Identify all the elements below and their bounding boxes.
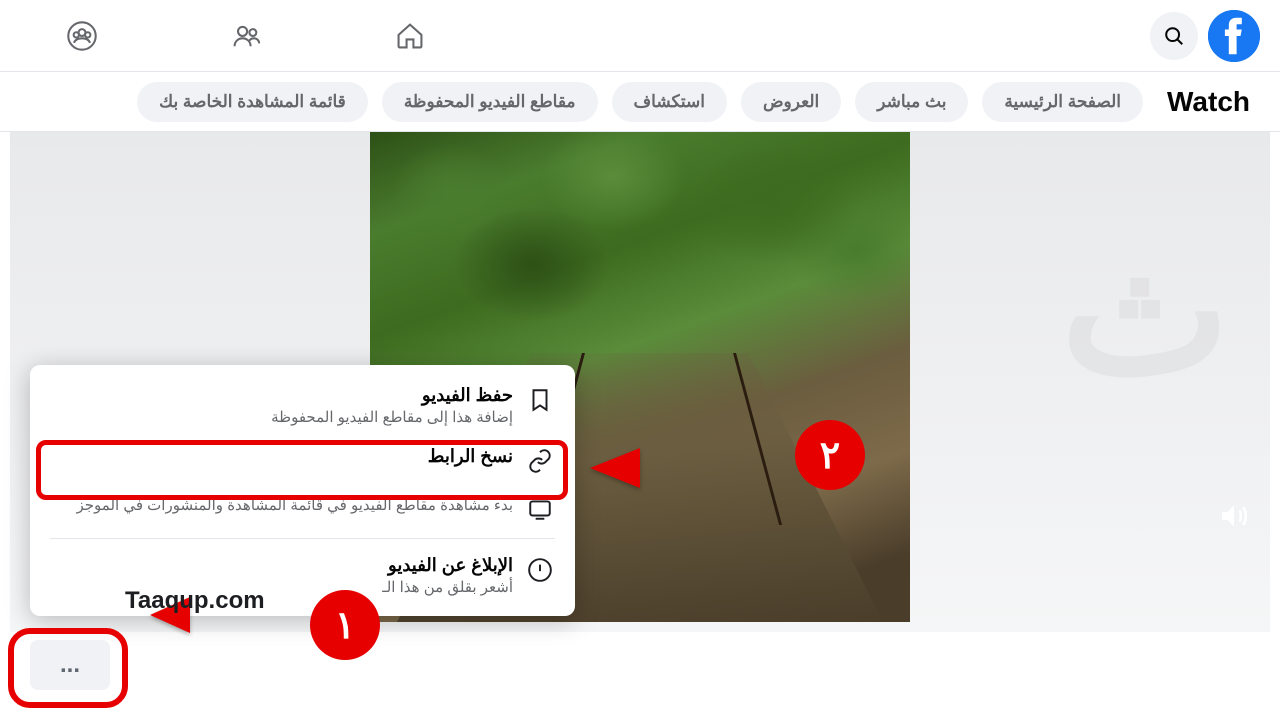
menu-item-save-video[interactable]: حفظ الفيديو إضافة هذا إلى مقاطع الفيديو … <box>40 375 565 436</box>
search-button[interactable] <box>1150 12 1198 60</box>
alert-icon <box>527 557 553 583</box>
tab-watchlist[interactable]: قائمة المشاهدة الخاصة بك <box>137 82 368 122</box>
watch-title: Watch <box>1167 86 1250 118</box>
top-navigation-bar <box>0 0 1280 72</box>
facebook-logo[interactable] <box>1208 10 1260 62</box>
menu-title: الإبلاغ عن الفيديو <box>52 555 513 576</box>
tab-saved[interactable]: مقاطع الفيديو المحفوظة <box>382 82 598 122</box>
video-context-menu: حفظ الفيديو إضافة هذا إلى مقاطع الفيديو … <box>30 365 575 616</box>
link-icon <box>527 448 553 474</box>
more-options-button[interactable]: ... <box>30 640 110 690</box>
menu-subtitle: إضافة هذا إلى مقاطع الفيديو المحفوظة <box>52 408 513 426</box>
menu-title: نسخ الرابط <box>52 446 513 467</box>
sound-icon[interactable] <box>1218 500 1250 532</box>
menu-item-start-watching[interactable]: بدء مشاهدة مقاطع الفيديو في قائمة المشاه… <box>40 484 565 532</box>
watch-sub-navigation: Watch الصفحة الرئيسية بث مباشر العروض اس… <box>0 72 1280 132</box>
menu-title: حفظ الفيديو <box>52 385 513 406</box>
friends-icon[interactable] <box>224 14 268 58</box>
annotation-step-1-badge: ١ <box>310 590 380 660</box>
menu-subtitle: بدء مشاهدة مقاطع الفيديو في قائمة المشاه… <box>52 496 513 514</box>
groups-icon[interactable] <box>60 14 104 58</box>
tab-explore[interactable]: استكشاف <box>612 82 727 122</box>
watermark-credit: Taaqup.com <box>125 587 265 615</box>
nav-icons-group <box>20 14 432 58</box>
menu-divider <box>50 538 555 539</box>
bookmark-icon <box>527 387 553 413</box>
annotation-arrow-2 <box>590 438 790 503</box>
tab-live[interactable]: بث مباشر <box>855 82 968 122</box>
menu-item-copy-link[interactable]: نسخ الرابط <box>40 436 565 484</box>
tv-icon <box>527 496 553 522</box>
watermark-icon: ث <box>1061 207 1230 416</box>
top-right-group <box>1150 10 1260 62</box>
annotation-step-2-badge: ٢ <box>795 420 865 490</box>
tab-home[interactable]: الصفحة الرئيسية <box>982 82 1143 122</box>
tab-shows[interactable]: العروض <box>741 82 841 122</box>
home-icon[interactable] <box>388 14 432 58</box>
